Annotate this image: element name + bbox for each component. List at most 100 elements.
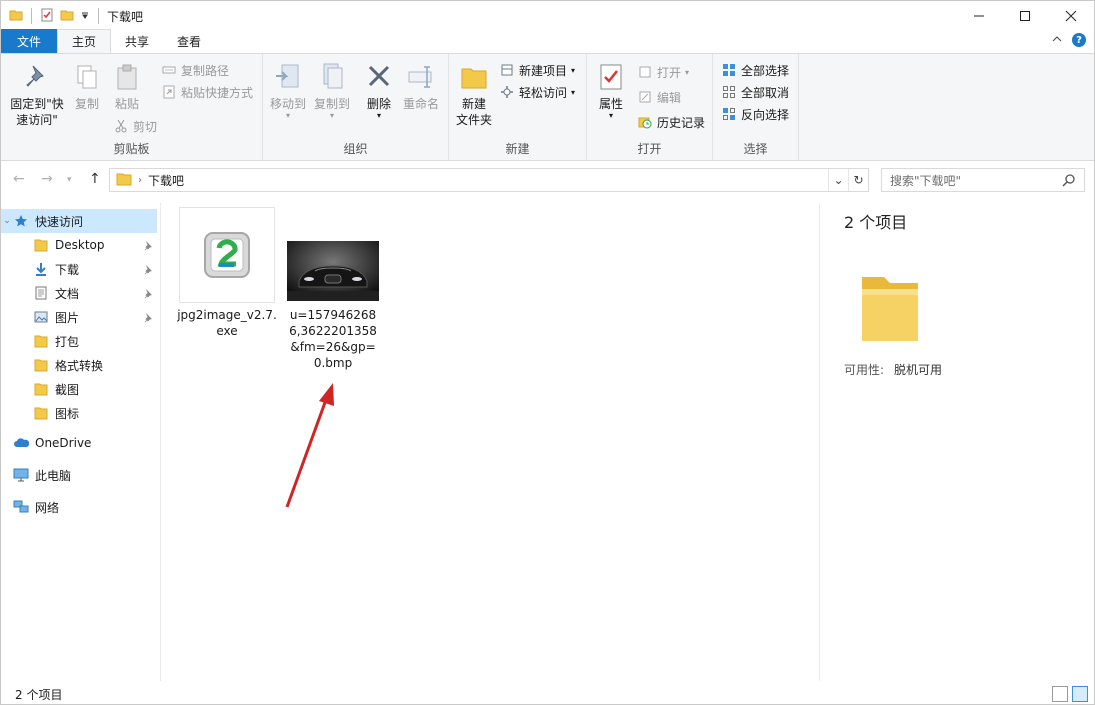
nav-this-pc[interactable]: 此电脑 <box>1 463 157 487</box>
address-dropdown-icon[interactable]: ⌄ <box>828 169 848 191</box>
copy-path-icon <box>161 62 177 78</box>
pin-quick-access-button[interactable]: 固定到"快速访问" <box>7 60 67 128</box>
pin-icon <box>143 311 153 325</box>
status-item-count: 2 个项目 <box>15 686 62 703</box>
up-arrow-icon[interactable]: ↑ <box>89 171 101 187</box>
edit-button[interactable]: 编辑 <box>637 87 681 107</box>
star-icon <box>13 213 29 229</box>
tab-view[interactable]: 查看 <box>163 29 215 53</box>
large-icons-view-button[interactable] <box>1072 686 1088 702</box>
window-title: 下载吧 <box>107 8 143 25</box>
nav-item-pack[interactable]: 打包 <box>1 329 157 353</box>
computer-icon <box>13 467 29 483</box>
cut-button[interactable]: 剪切 <box>113 116 157 136</box>
paste-shortcut-button[interactable]: 粘贴快捷方式 <box>161 82 253 102</box>
navigation-pane: ⌄ 快速访问 Desktop 下载 文档 图片 打包 <box>1 203 161 681</box>
availability-row: 可用性: 脱机可用 <box>844 361 942 378</box>
new-folder-button[interactable]: 新建 文件夹 <box>453 60 495 128</box>
back-arrow-icon[interactable]: ← <box>13 171 25 187</box>
history-icon <box>637 114 653 130</box>
window-controls <box>956 1 1094 31</box>
file-item[interactable]: jpg2image_v2.7.exe <box>179 207 275 339</box>
organize-group-label: 组织 <box>263 140 448 157</box>
nav-item-icons[interactable]: 图标 <box>1 401 157 425</box>
copy-path-button[interactable]: 复制路径 <box>161 60 229 80</box>
select-all-button[interactable]: 全部选择 <box>721 60 789 80</box>
nav-item-screenshots[interactable]: 截图 <box>1 377 157 401</box>
pin-icon <box>21 60 53 94</box>
rename-button[interactable]: 重命名 <box>401 60 441 112</box>
new-folder-qa-icon[interactable] <box>60 8 74 25</box>
copy-to-icon <box>316 60 348 94</box>
breadcrumb-path[interactable]: 下载吧 <box>148 172 184 189</box>
chevron-down-icon: ▾ <box>685 68 689 77</box>
file-name: jpg2image_v2.7.exe <box>177 307 277 339</box>
select-group: 全部选择 全部取消 反向选择 选择 <box>713 54 799 160</box>
new-group: 新建 文件夹 新建项目 ▾ 轻松访问 ▾ 新建 <box>449 54 587 160</box>
select-all-icon <box>721 62 737 78</box>
history-button[interactable]: 历史记录 <box>637 112 705 132</box>
close-button[interactable] <box>1048 1 1094 31</box>
select-group-label: 选择 <box>713 140 798 157</box>
refresh-icon[interactable]: ↻ <box>848 169 868 191</box>
quick-access-toolbar <box>1 8 101 25</box>
properties-button[interactable]: 属性 ▾ <box>593 60 629 120</box>
customize-dropdown-icon[interactable] <box>80 9 90 23</box>
nav-onedrive[interactable]: OneDrive <box>1 431 157 455</box>
nav-quick-access[interactable]: ⌄ 快速访问 <box>1 209 157 233</box>
folder-icon <box>33 333 49 349</box>
large-folder-icon <box>858 267 922 350</box>
chevron-down-icon: ▾ <box>609 112 613 120</box>
paste-button[interactable]: 粘贴 <box>111 60 143 112</box>
properties-check-icon[interactable] <box>40 8 54 25</box>
nav-item-format-convert[interactable]: 格式转换 <box>1 353 157 377</box>
nav-item-downloads[interactable]: 下载 <box>1 257 157 281</box>
view-toggle <box>1052 686 1088 702</box>
nav-item-documents[interactable]: 文档 <box>1 281 157 305</box>
file-item[interactable]: u=1579462686,3622201358&fm=26&gp=0.bmp <box>285 241 381 371</box>
scissors-icon <box>113 118 129 134</box>
pin-icon <box>143 239 153 253</box>
address-bar[interactable]: › 下载吧 ⌄ ↻ <box>109 168 869 192</box>
copy-to-button[interactable]: 复制到 ▾ <box>311 60 353 120</box>
open-group-label: 打开 <box>587 140 712 157</box>
folder-icon <box>9 8 23 25</box>
pin-icon <box>143 263 153 277</box>
recent-locations-chevron-icon[interactable]: ▾ <box>67 175 72 185</box>
easy-access-button[interactable]: 轻松访问 ▾ <box>499 82 575 102</box>
new-group-label: 新建 <box>449 140 586 157</box>
forward-arrow-icon[interactable]: → <box>41 171 53 187</box>
nav-network[interactable]: 网络 <box>1 495 157 519</box>
move-to-button[interactable]: 移动到 ▾ <box>267 60 309 120</box>
car-thumbnail <box>287 241 379 301</box>
delete-x-icon <box>363 60 395 94</box>
folder-icon <box>116 172 132 189</box>
delete-button[interactable]: 删除 ▾ <box>363 60 395 120</box>
search-box[interactable]: 搜索"下载吧" <box>881 168 1085 192</box>
new-item-button[interactable]: 新建项目 ▾ <box>499 60 575 80</box>
nav-item-pictures[interactable]: 图片 <box>1 305 157 329</box>
easy-access-icon <box>499 84 515 100</box>
open-button[interactable]: 打开 ▾ <box>637 62 689 82</box>
details-item-count: 2 个项目 <box>844 209 907 233</box>
invert-selection-button[interactable]: 反向选择 <box>721 104 789 124</box>
document-icon <box>33 285 49 301</box>
maximize-button[interactable] <box>1002 1 1048 31</box>
details-view-button[interactable] <box>1052 686 1068 702</box>
nav-item-desktop[interactable]: Desktop <box>1 233 157 257</box>
tab-share[interactable]: 共享 <box>111 29 163 53</box>
select-none-button[interactable]: 全部取消 <box>721 82 789 102</box>
chevron-down-icon[interactable]: ⌄ <box>1 216 13 226</box>
organize-group: 移动到 ▾ 复制到 ▾ 删除 ▾ 重命名 <box>263 54 449 160</box>
copy-button[interactable]: 复制 <box>71 60 103 112</box>
status-bar: 2 个项目 <box>1 683 1094 705</box>
file-list-area: jpg2image_v2.7.exe <box>163 203 819 681</box>
edit-icon <box>637 89 653 105</box>
help-icon[interactable]: ? <box>1072 33 1086 47</box>
chevron-up-icon[interactable] <box>1052 33 1062 47</box>
search-icon[interactable] <box>1062 173 1076 190</box>
minimize-button[interactable] <box>956 1 1002 31</box>
tab-file[interactable]: 文件 <box>1 29 57 53</box>
tab-home[interactable]: 主页 <box>57 29 111 53</box>
pin-icon <box>143 287 153 301</box>
